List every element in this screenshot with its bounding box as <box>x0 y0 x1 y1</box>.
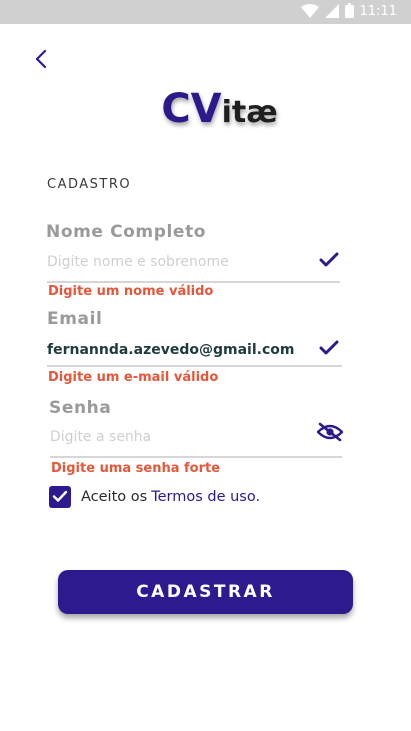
back-button[interactable] <box>28 48 54 74</box>
email-error: Digite um e-mail válido <box>48 370 219 385</box>
password-error: Digite uma senha forte <box>51 461 221 476</box>
terms-link[interactable]: Termos de uso. <box>151 489 260 505</box>
checkmark-icon <box>52 488 68 507</box>
register-button[interactable]: CADASTRAR <box>58 570 353 614</box>
terms-text: Aceito os <box>81 489 148 505</box>
wifi-icon <box>300 3 319 22</box>
terms-checkbox[interactable] <box>49 486 71 508</box>
signal-icon <box>324 3 339 22</box>
password-label: Senha <box>49 398 112 418</box>
chevron-left-icon <box>35 49 47 73</box>
name-input[interactable] <box>47 249 307 275</box>
email-underline <box>47 365 342 367</box>
status-icons: 11:11 <box>300 2 397 22</box>
password-underline <box>50 456 342 458</box>
eye-off-icon[interactable] <box>316 422 344 442</box>
terms-row: Aceito os Termos de uso. <box>49 486 260 508</box>
logo-cv: CV <box>161 86 222 132</box>
name-label: Nome Completo <box>46 222 207 242</box>
app-logo: CVitæ <box>0 84 411 134</box>
section-title: CADASTRO <box>47 177 132 192</box>
logo-itae: itæ <box>221 95 278 130</box>
email-label: Email <box>47 309 103 329</box>
status-time: 11:11 <box>359 4 397 19</box>
check-icon <box>319 252 339 268</box>
status-bar: 11:11 <box>0 0 411 24</box>
email-input[interactable] <box>47 337 317 363</box>
password-input[interactable] <box>50 424 305 450</box>
name-underline <box>47 281 340 283</box>
name-error: Digite um nome válido <box>48 284 214 299</box>
battery-icon <box>344 2 354 22</box>
check-icon <box>319 340 339 356</box>
